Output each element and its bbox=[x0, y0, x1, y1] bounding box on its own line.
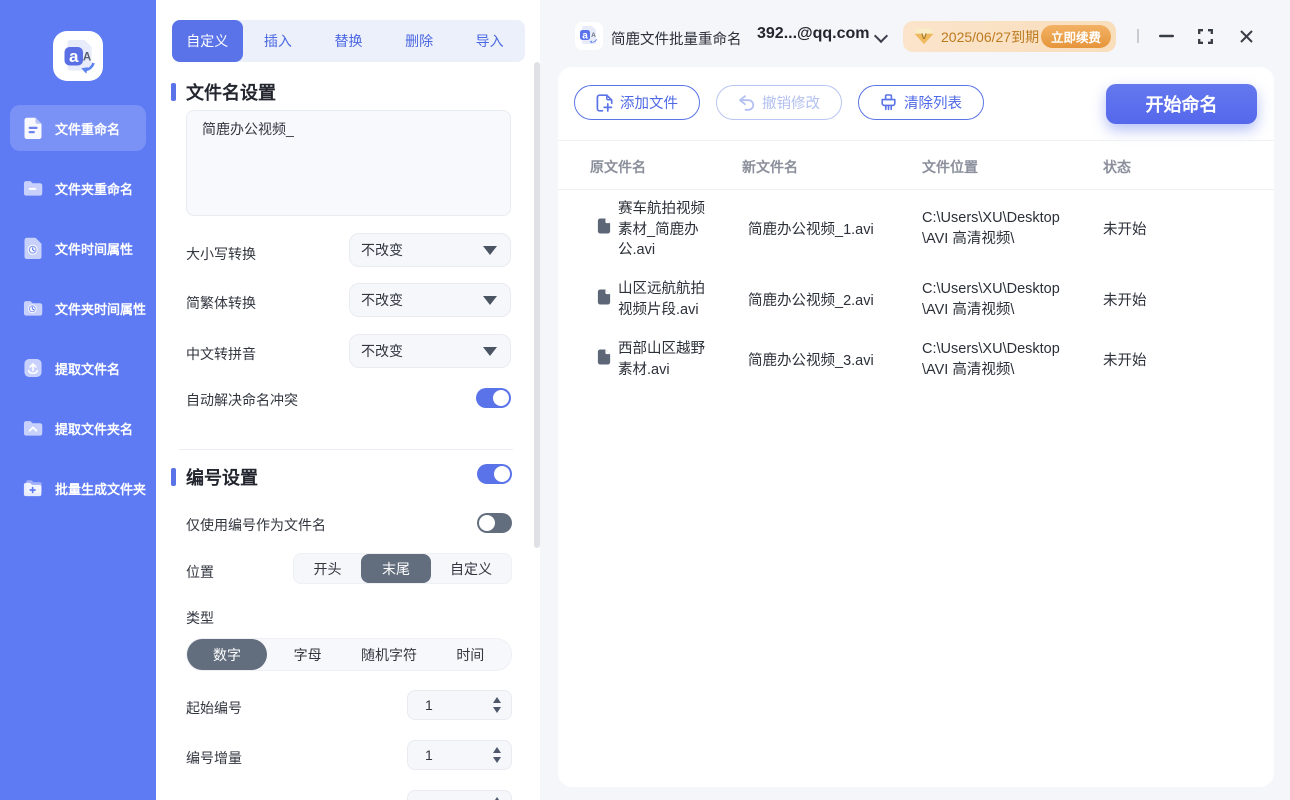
svg-text:a: a bbox=[69, 47, 79, 66]
svg-text:A: A bbox=[83, 52, 91, 64]
svg-text:v: v bbox=[921, 31, 927, 42]
svg-text:a: a bbox=[582, 31, 588, 42]
svg-text:A: A bbox=[591, 32, 596, 39]
